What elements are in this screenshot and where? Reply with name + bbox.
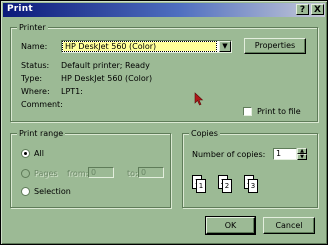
- where-label: Where:: [21, 87, 50, 96]
- printer-name-dropdown[interactable]: HP DeskJet 560 (Color) ▼: [61, 40, 232, 53]
- title-bar[interactable]: Print ? X: [3, 3, 325, 17]
- copies-input[interactable]: 1: [273, 148, 297, 160]
- print-range-group-label: Print range: [17, 129, 66, 138]
- selection-radio[interactable]: [21, 187, 30, 196]
- spin-down-icon[interactable]: ▼: [297, 154, 307, 160]
- type-value: HP DeskJet 560 (Color): [61, 74, 153, 83]
- print-to-file-checkbox[interactable]: [243, 107, 252, 116]
- status-value: Default printer; Ready: [61, 61, 150, 70]
- pages-label[interactable]: Pages: [34, 169, 58, 179]
- number-of-copies-label: Number of copies:: [192, 150, 266, 159]
- collate-page: 1: [196, 179, 206, 193]
- type-label: Type:: [21, 74, 43, 83]
- collate-set-3-icon: 3 3: [244, 175, 258, 193]
- ok-button[interactable]: OK: [206, 217, 255, 234]
- all-radio[interactable]: [21, 149, 30, 158]
- cancel-button[interactable]: Cancel: [263, 217, 315, 234]
- collate-page: 2: [222, 179, 232, 193]
- comment-label: Comment:: [21, 100, 63, 109]
- copies-group: Copies: [182, 129, 318, 208]
- help-button[interactable]: ?: [296, 4, 309, 15]
- chevron-down-icon[interactable]: ▼: [219, 41, 231, 52]
- to-field[interactable]: 0: [138, 167, 164, 178]
- status-label: Status:: [21, 61, 50, 70]
- dialog-title: Print: [7, 4, 33, 14]
- printer-name-value: HP DeskJet 560 (Color): [62, 41, 217, 52]
- collate-set-1-icon: 1 1: [192, 175, 206, 193]
- where-value: LPT1:: [61, 87, 83, 96]
- printer-name-label: Name:: [21, 42, 48, 51]
- collate-page: 3: [248, 179, 258, 193]
- from-label: from:: [67, 169, 89, 178]
- to-label: to:: [127, 169, 138, 178]
- print-dialog: Print ? X Printer Name: HP DeskJet 560 (…: [0, 0, 328, 245]
- collate-set-2-icon: 2 2: [218, 175, 232, 193]
- from-field[interactable]: 0: [88, 167, 114, 178]
- pages-radio[interactable]: [21, 169, 30, 178]
- selection-label[interactable]: Selection: [34, 187, 71, 197]
- printer-group-label: Printer: [17, 23, 48, 32]
- properties-button[interactable]: Properties: [244, 38, 306, 54]
- all-label[interactable]: All: [34, 149, 44, 159]
- mouse-cursor-icon: [194, 92, 204, 106]
- copies-group-label: Copies: [189, 129, 220, 138]
- close-button[interactable]: X: [311, 4, 324, 15]
- print-to-file-label[interactable]: Print to file: [257, 107, 301, 117]
